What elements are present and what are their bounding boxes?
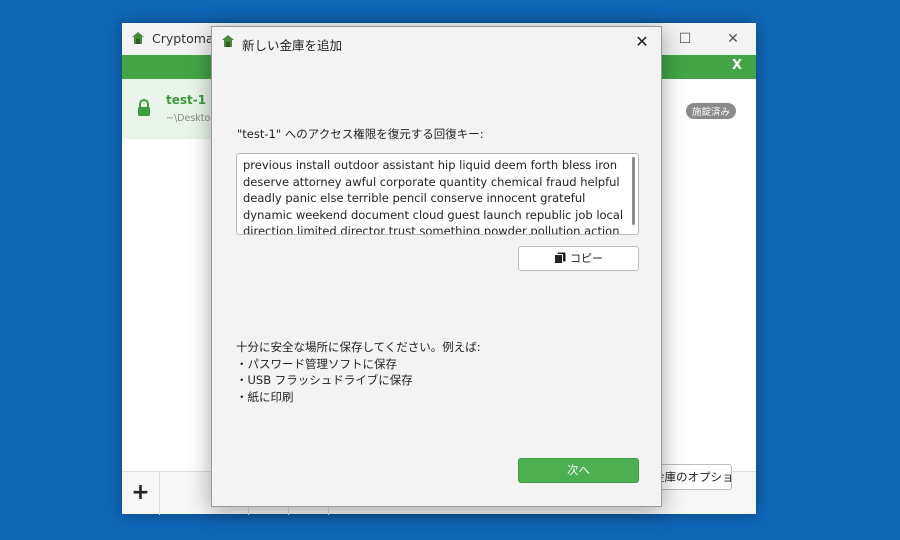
save-option-password-manager: ・パスワード管理ソフトに保存 [236, 356, 397, 371]
save-option-paper: ・紙に印刷 [236, 389, 294, 404]
vault-path: ~\Desktop [166, 113, 217, 124]
close-window-icon[interactable]: ✕ [718, 27, 748, 51]
save-option-usb-drive: ・USB フラッシュドライブに保存 [236, 373, 413, 387]
vault-name: test-1 [166, 93, 207, 107]
copy-button-label: コピー [570, 252, 603, 265]
recovery-key-text: previous install outdoor assistant hip l… [243, 158, 624, 235]
banner-close-button[interactable]: X [732, 58, 742, 73]
copy-button[interactable]: コピー [518, 246, 639, 271]
copy-icon [554, 252, 566, 264]
vault-options-button[interactable]: 金庫のオプション [652, 464, 732, 490]
lock-icon [138, 99, 150, 116]
vault-list: test-1 ~\Desktop [122, 79, 216, 471]
vault-status-badge: 施錠済み [686, 103, 737, 119]
main-window-title: Cryptomator [152, 31, 212, 46]
dialog-close-button[interactable]: ✕ [627, 29, 657, 55]
vault-list-item[interactable]: test-1 ~\Desktop [122, 79, 216, 139]
recovery-key-textarea[interactable]: previous install outdoor assistant hip l… [236, 153, 639, 235]
dialog-title: 新しい金庫を追加 [242, 38, 343, 53]
recovery-key-label: "test-1" へのアクセス権限を復元する回復キー: [237, 127, 484, 141]
add-vault-dialog: 新しい金庫を追加 ✕ "test-1" へのアクセス権限を復元する回復キー: p… [211, 26, 662, 507]
save-instructions-intro: 十分に安全な場所に保存してください。例えば: [236, 340, 481, 354]
next-button[interactable]: 次へ [518, 458, 639, 483]
dialog-titlebar: 新しい金庫を追加 ✕ [212, 27, 661, 59]
maximize-icon[interactable]: ☐ [670, 27, 700, 51]
cryptomator-logo-icon [222, 35, 234, 47]
cryptomator-logo-icon [132, 32, 144, 44]
recovery-key-scrollbar[interactable] [632, 157, 635, 225]
add-vault-button[interactable]: + [122, 472, 160, 515]
save-instructions: 十分に安全な場所に保存してください。例えば: ・パスワード管理ソフトに保存 ・U… [236, 339, 481, 405]
